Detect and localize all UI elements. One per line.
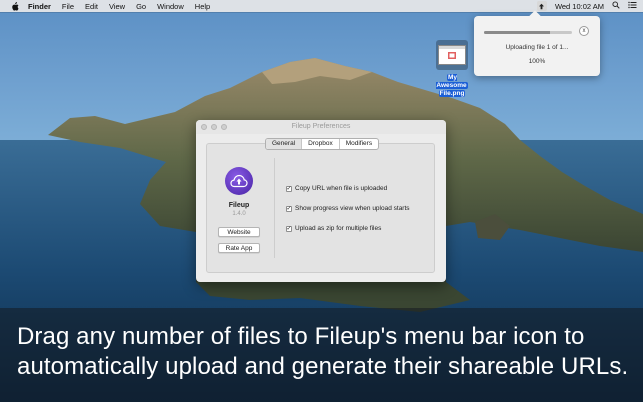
menu-file[interactable]: File xyxy=(62,2,74,11)
rate-app-button[interactable]: Rate App xyxy=(218,243,260,253)
file-name-line1: My Awesome xyxy=(436,74,468,89)
caption-line-1: Drag any number of files to Fileup's men… xyxy=(17,323,585,350)
upload-zip-checkbox[interactable]: ✓ xyxy=(286,225,292,232)
menu-finder[interactable]: Finder xyxy=(28,2,51,11)
preferences-window: Fileup Preferences General Dropbox Modif… xyxy=(196,120,446,282)
image-file-icon xyxy=(438,45,466,65)
fileup-app-icon xyxy=(225,167,253,195)
copy-url-checkbox[interactable]: ✓ xyxy=(286,185,292,192)
menu-window[interactable]: Window xyxy=(157,2,184,11)
file-name-line2: File.png xyxy=(438,90,466,97)
app-version: 1.4.0 xyxy=(232,211,246,217)
show-progress-label: Show progress view when upload starts xyxy=(295,205,410,212)
desktop-file-label: My Awesome File.png xyxy=(431,74,473,98)
show-progress-checkbox[interactable]: ✓ xyxy=(286,205,292,212)
option-upload-zip[interactable]: ✓ Upload as zip for multiple files xyxy=(286,225,381,232)
spotlight-search-icon[interactable] xyxy=(612,1,620,11)
menu-go[interactable]: Go xyxy=(136,2,146,11)
cancel-upload-button[interactable]: x xyxy=(579,26,589,36)
option-copy-url[interactable]: ✓ Copy URL when file is uploaded xyxy=(286,185,387,192)
menu-bar: Finder File Edit View Go Window Help Wed… xyxy=(0,0,643,12)
menubar-clock[interactable]: Wed 10:02 AM xyxy=(555,2,604,11)
copy-url-label: Copy URL when file is uploaded xyxy=(295,185,388,192)
window-title: Fileup Preferences xyxy=(291,123,351,130)
tab-modifiers[interactable]: Modifiers xyxy=(340,139,378,149)
caption-text: Drag any number of files to Fileup's men… xyxy=(17,322,632,382)
menu-help[interactable]: Help xyxy=(195,2,210,11)
file-thumbnail xyxy=(436,40,468,70)
upload-status-text: Uploading file 1 of 1... xyxy=(505,44,569,51)
upload-progress-fill xyxy=(484,31,550,34)
notification-center-icon[interactable] xyxy=(628,1,637,11)
upload-percent-text: 100% xyxy=(528,58,546,65)
menu-edit[interactable]: Edit xyxy=(85,2,98,11)
pane-divider xyxy=(274,158,275,258)
upload-progress-popover: x Uploading file 1 of 1... 100% xyxy=(474,16,600,76)
menu-extras: Wed 10:02 AM xyxy=(536,0,637,12)
upload-progress-bar xyxy=(484,31,572,34)
desktop-file-icon[interactable]: My Awesome File.png xyxy=(432,38,472,97)
menu-view[interactable]: View xyxy=(109,2,125,11)
website-button[interactable]: Website xyxy=(218,227,260,237)
apple-icon[interactable] xyxy=(10,1,20,11)
caption-line-2: automatically upload and generate their … xyxy=(17,353,629,380)
tab-general[interactable]: General xyxy=(266,139,303,149)
tab-dropbox[interactable]: Dropbox xyxy=(302,139,340,149)
fileup-menubar-icon[interactable] xyxy=(536,1,547,11)
preferences-tab-bar: General Dropbox Modifiers xyxy=(265,138,380,150)
upload-zip-label: Upload as zip for multiple files xyxy=(295,225,382,232)
app-name: Fileup xyxy=(228,202,250,209)
option-show-progress[interactable]: ✓ Show progress view when upload starts xyxy=(286,205,410,212)
